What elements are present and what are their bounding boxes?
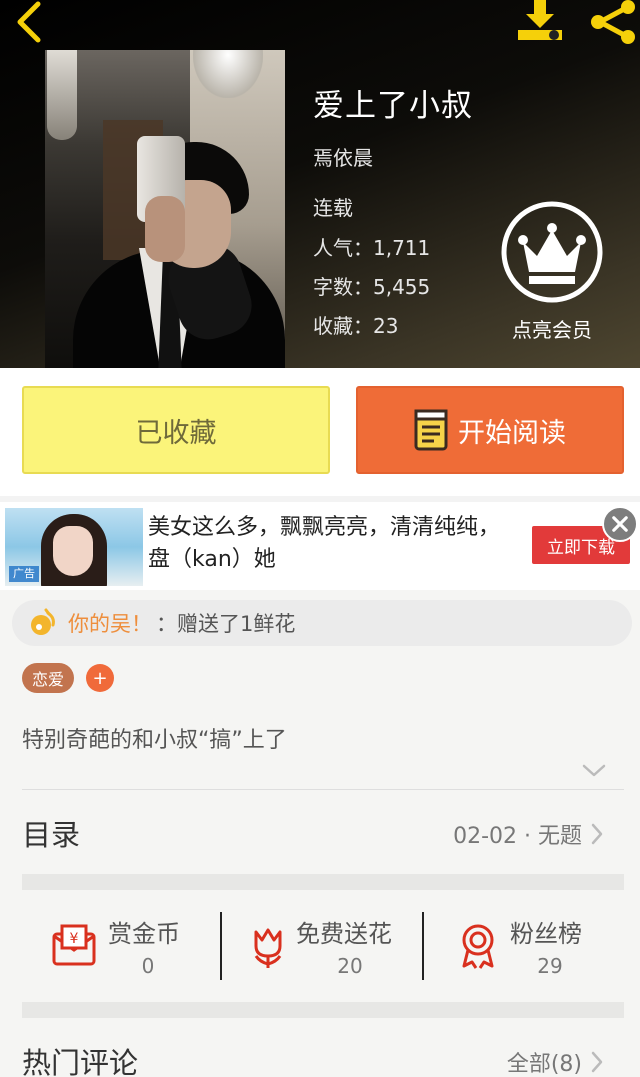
gift-notice-bar: 你的吴！ ：赠送了1鲜花	[12, 600, 632, 646]
book-status: 连载	[313, 196, 353, 220]
ad-banner[interactable]: 广告 美女这么多，飘飘亮亮，清清纯纯，盘（kan）她 立即下载	[0, 496, 640, 590]
fan-ranking-label: 粉丝榜	[510, 920, 582, 948]
chevron-right-icon	[591, 1051, 603, 1073]
favorite-button-label: 已收藏	[135, 417, 217, 449]
download-icon[interactable]	[514, 0, 566, 42]
hot-comments-label: 热门评论	[22, 1046, 139, 1077]
chevron-down-icon[interactable]	[582, 764, 606, 778]
send-flower-value: 20	[337, 954, 363, 978]
start-reading-button[interactable]: 开始阅读	[356, 386, 624, 474]
reward-coins-item[interactable]: ¥ 赏金币 0	[22, 890, 222, 1002]
reward-coins-label: 赏金币	[108, 920, 180, 948]
fan-ranking-value: 29	[537, 954, 563, 978]
start-reading-label: 开始阅读	[458, 417, 566, 449]
popularity-stat: 人气：1,711	[313, 236, 431, 260]
section-separator	[22, 1002, 624, 1018]
close-icon[interactable]	[602, 506, 638, 542]
all-comments-link[interactable]: 全部(8)	[507, 1046, 582, 1077]
add-tag-button[interactable]: +	[86, 664, 114, 692]
book-cover-image[interactable]	[45, 50, 285, 368]
ad-tag: 广告	[9, 566, 39, 582]
medal-icon	[462, 924, 494, 969]
book-description: 特别奇葩的和小叔“搞”上了	[22, 728, 287, 753]
favorites-stat: 收藏：23	[313, 314, 399, 338]
genre-tag[interactable]: 恋爱	[22, 663, 75, 693]
svg-text:¥: ¥	[70, 931, 79, 947]
toc-label: 目录	[22, 818, 81, 852]
coin-envelope-icon: ¥	[52, 924, 96, 966]
crown-icon[interactable]	[499, 200, 605, 304]
action-bar: 已收藏 开始阅读	[0, 368, 640, 496]
share-icon[interactable]	[588, 0, 640, 44]
book-icon	[414, 409, 448, 451]
section-separator	[22, 874, 624, 890]
reward-coins-value: 0	[141, 954, 155, 978]
book-title: 爱上了小叔	[313, 88, 473, 124]
favorite-button[interactable]: 已收藏	[22, 386, 330, 474]
gift-username[interactable]: 你的吴！	[68, 608, 152, 638]
send-flower-item[interactable]: 免费送花 20	[222, 890, 422, 1002]
vip-label[interactable]: 点亮会员	[490, 314, 614, 343]
word-count-stat: 字数：5,455	[313, 275, 431, 299]
fan-ranking-item[interactable]: 粉丝榜 29	[424, 890, 624, 1002]
interaction-stats: ¥ 赏金币 0 免费送花 20 粉丝榜 29	[22, 890, 624, 1002]
megaphone-icon	[31, 608, 55, 635]
gift-message: ：赠送了1鲜花	[156, 612, 296, 636]
ad-text[interactable]: 美女这么多，飘飘亮亮，清清纯纯，盘（kan）她	[148, 512, 518, 576]
book-header: 爱上了小叔 焉依晨 连载 人气：1,711 字数：5,455 收藏：23 点亮会…	[0, 0, 640, 368]
ad-image[interactable]: 广告	[5, 508, 143, 586]
send-flower-label: 免费送花	[296, 920, 392, 948]
flower-icon	[254, 928, 282, 968]
hot-comments-row[interactable]: 热门评论 全部(8)	[0, 1018, 640, 1077]
chevron-right-icon	[591, 823, 603, 845]
back-icon[interactable]	[6, 0, 52, 44]
latest-chapter[interactable]: 02-02 · 无题	[453, 818, 582, 850]
toc-row[interactable]: 目录 02-02 · 无题	[0, 790, 640, 874]
book-author[interactable]: 焉依晨	[313, 142, 373, 171]
